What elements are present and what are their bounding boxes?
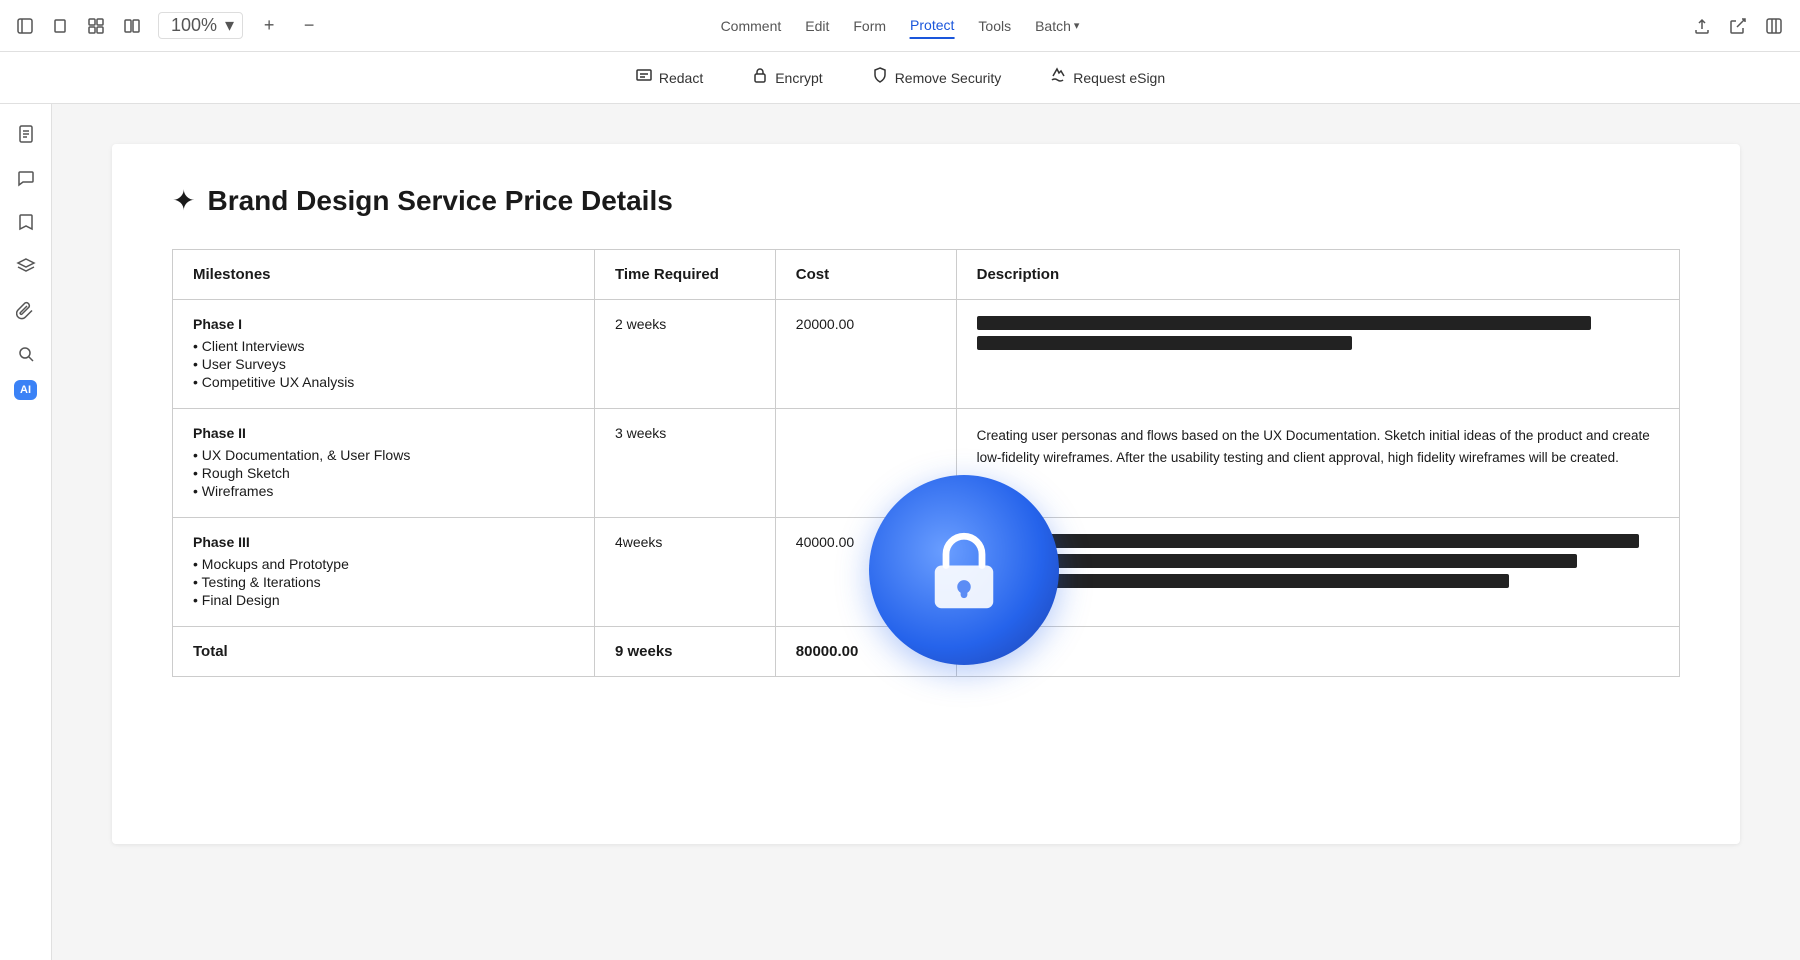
phase2-item-3: Wireframes [193,483,574,499]
table-row: Phase I Client Interviews User Surveys C… [173,300,1680,409]
zoom-level: 100% [171,15,217,36]
reading-mode-button[interactable] [1764,16,1784,36]
two-page-view-button[interactable] [118,12,146,40]
phase2-item-2: Rough Sketch [193,465,574,481]
remove-security-label: Remove Security [895,70,1002,86]
phase3-description [956,518,1679,627]
nav-left-group: 100% ▾ + − [16,12,323,40]
table-header-row: Milestones Time Required Cost Descriptio… [173,250,1680,300]
lock-overlay-icon [919,525,1009,615]
menu-protect[interactable]: Protect [910,13,954,39]
phase1-description [956,300,1679,409]
sidebar-search-icon[interactable] [8,336,44,372]
col-header-milestones: Milestones [173,250,595,300]
left-sidebar: AI [0,104,52,960]
shield-icon [871,66,889,89]
title-star-icon: ✦ [172,184,195,217]
col-header-description: Description [956,250,1679,300]
encrypt-label: Encrypt [775,70,822,86]
content-area: ✦ Brand Design Service Price Details Mil… [52,104,1800,960]
grid-view-button[interactable] [82,12,110,40]
lock-overlay [869,475,1059,665]
share-button[interactable] [1728,16,1748,36]
zoom-out-button[interactable]: − [295,12,323,40]
redacted-bar-4 [977,554,1578,568]
nav-right-group [1692,16,1784,36]
top-navigation: 100% ▾ + − Comment Edit Form Protect Too… [0,0,1800,52]
menu-edit[interactable]: Edit [805,14,829,38]
sidebar-bookmark-icon[interactable] [8,204,44,240]
sidebar-comment-icon[interactable] [8,160,44,196]
phase1-cost: 20000.00 [775,300,956,409]
zoom-arrow: ▾ [225,15,234,36]
col-header-cost: Cost [775,250,956,300]
redact-icon [635,66,653,89]
phase3-item-3: Final Design [193,592,574,608]
phase2-item-1: UX Documentation, & User Flows [193,447,574,463]
lock-icon [751,66,769,89]
phase3-name: Phase III [193,534,574,550]
upload-button[interactable] [1692,16,1712,36]
single-page-view-button[interactable] [46,12,74,40]
total-label: Total [173,627,595,677]
esign-icon [1049,66,1067,89]
view-mode-group [46,12,146,40]
document-title: Brand Design Service Price Details [207,185,672,217]
menu-bar: Comment Edit Form Protect Tools Batch▾ [721,13,1080,39]
phase1-time: 2 weeks [594,300,775,409]
menu-tools[interactable]: Tools [978,14,1011,38]
sidebar-toggle-button[interactable] [16,17,34,35]
remove-security-button[interactable]: Remove Security [863,62,1010,93]
zoom-control[interactable]: 100% ▾ [158,12,243,39]
redact-label: Redact [659,70,703,86]
zoom-in-button[interactable]: + [255,12,283,40]
phase3-time: 4weeks [594,518,775,627]
request-esign-label: Request eSign [1073,70,1165,86]
request-esign-button[interactable]: Request eSign [1041,62,1173,93]
sub-toolbar: Redact Encrypt Remove Security Request e… [0,52,1800,104]
menu-form[interactable]: Form [853,14,886,38]
sidebar-pages-icon[interactable] [8,116,44,152]
phase1-items: Client Interviews User Surveys Competiti… [193,338,574,390]
menu-batch[interactable]: Batch▾ [1035,14,1079,38]
phase2-items: UX Documentation, & User Flows Rough Ske… [193,447,574,499]
phase1-milestones: Phase I Client Interviews User Surveys C… [173,300,595,409]
phase3-item-2: Testing & Iterations [193,574,574,590]
total-description [956,627,1679,677]
document: ✦ Brand Design Service Price Details Mil… [112,144,1740,844]
phase2-description: Creating user personas and flows based o… [956,409,1679,518]
phase1-item-3: Competitive UX Analysis [193,374,574,390]
phase1-name: Phase I [193,316,574,332]
col-header-time: Time Required [594,250,775,300]
phase2-milestones: Phase II UX Documentation, & User Flows … [173,409,595,518]
phase2-name: Phase II [193,425,574,441]
document-title-area: ✦ Brand Design Service Price Details [172,184,1680,217]
encrypt-button[interactable]: Encrypt [743,62,830,93]
phase1-item-1: Client Interviews [193,338,574,354]
phase3-items: Mockups and Prototype Testing & Iteratio… [193,556,574,608]
phase2-time: 3 weeks [594,409,775,518]
redacted-bar-3 [977,534,1639,548]
sidebar-layers-icon[interactable] [8,248,44,284]
redact-button[interactable]: Redact [627,62,711,93]
redacted-bar-1 [977,316,1591,330]
total-time: 9 weeks [594,627,775,677]
sidebar-ai-button[interactable]: AI [14,380,37,400]
phase1-item-2: User Surveys [193,356,574,372]
redacted-bar-2 [977,336,1352,350]
sidebar-attachment-icon[interactable] [8,292,44,328]
main-layout: AI ✦ Brand Design Service Price Details [0,104,1800,960]
phase3-item-1: Mockups and Prototype [193,556,574,572]
menu-comment[interactable]: Comment [721,14,782,38]
phase3-milestones: Phase III Mockups and Prototype Testing … [173,518,595,627]
